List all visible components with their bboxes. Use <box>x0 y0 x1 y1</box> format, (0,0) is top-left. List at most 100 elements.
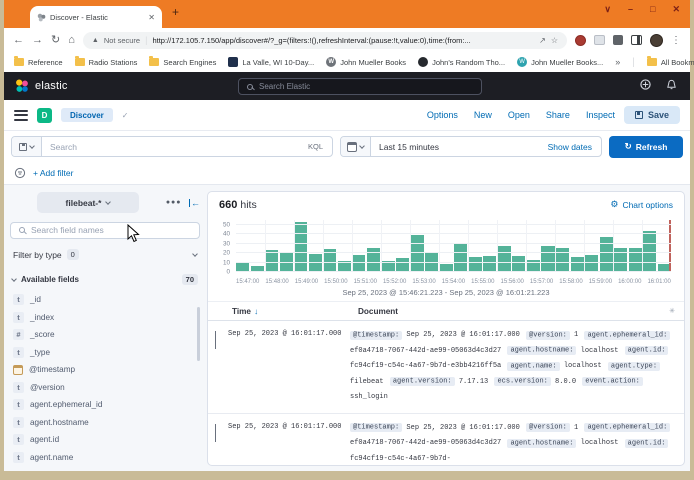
field-item[interactable]: tagent.name <box>10 449 200 467</box>
browser-tab[interactable]: Discover - Elastic ✕ <box>30 6 162 28</box>
extensions-puzzle-icon[interactable] <box>613 35 623 45</box>
add-filter-button[interactable]: + Add filter <box>33 168 73 178</box>
filter-menu-icon[interactable] <box>14 167 26 179</box>
adblock-extension-icon[interactable] <box>575 35 586 46</box>
show-dates-button[interactable]: Show dates <box>548 142 601 152</box>
time-column-header[interactable]: Time <box>232 307 251 316</box>
menu-options[interactable]: Options <box>427 110 458 120</box>
home-icon[interactable]: ⌂ <box>68 35 75 46</box>
not-secure-warning-icon[interactable]: ▲ <box>92 37 99 44</box>
date-quick-menu-button[interactable] <box>341 137 371 156</box>
field-item[interactable]: tagent.hostname <box>10 414 200 432</box>
search-input[interactable]: Search <box>42 142 308 152</box>
sort-descending-icon[interactable]: ↓ <box>254 307 258 316</box>
index-pattern-switcher[interactable]: filebeat-* <box>37 192 139 213</box>
back-icon[interactable]: ← <box>13 35 24 46</box>
bookmarks-overflow-chevron[interactable]: » <box>615 57 620 67</box>
menu-inspect[interactable]: Inspect <box>586 110 615 120</box>
browser-menu-icon[interactable]: ⋮ <box>671 35 681 46</box>
screenshot-extension-icon[interactable] <box>594 35 605 45</box>
histogram-bar[interactable] <box>396 258 409 272</box>
share-icon[interactable]: ↗ <box>539 36 546 45</box>
alerts-bell-icon[interactable] <box>666 79 677 90</box>
histogram-bar[interactable] <box>483 256 496 272</box>
doc-field-name: agent.version: <box>390 377 455 386</box>
document-column-header[interactable]: Document <box>358 307 669 316</box>
field-item[interactable]: tagent.id <box>10 431 200 449</box>
available-fields-header[interactable]: Available fields 70 <box>10 274 200 285</box>
histogram-bar[interactable] <box>425 253 438 272</box>
query-bar: Search KQL Last 15 minutes Show dates ↻ … <box>4 131 690 162</box>
histogram-bar[interactable] <box>352 255 365 272</box>
breadcrumb-discover[interactable]: Discover <box>61 108 113 122</box>
bookmark-star-icon[interactable]: ☆ <box>551 36 558 45</box>
bookmark-item[interactable]: Search Engines <box>149 58 216 67</box>
expand-row-icon[interactable] <box>215 421 228 466</box>
saved-query-menu-button[interactable] <box>12 137 42 156</box>
histogram-bar[interactable] <box>469 257 482 272</box>
histogram-bar[interactable] <box>309 254 322 272</box>
kql-label[interactable]: KQL <box>308 142 332 151</box>
field-item[interactable]: #_score <box>10 326 200 344</box>
window-close-icon[interactable]: ✕ <box>672 4 680 15</box>
field-item[interactable]: @timestamp <box>10 361 200 379</box>
doc-field-name: @timestamp: <box>350 423 402 432</box>
not-secure-label[interactable]: Not secure <box>104 36 140 45</box>
help-icon[interactable] <box>640 79 651 90</box>
histogram-bar[interactable] <box>571 257 584 272</box>
v-gridline <box>613 220 614 272</box>
histogram-bar[interactable] <box>294 222 307 272</box>
field-item[interactable]: t_id <box>10 291 200 309</box>
field-item[interactable]: tagent.ephemeral_id <box>10 396 200 414</box>
bookmark-item[interactable]: La Valle, WI 10-Day... <box>228 57 314 67</box>
histogram-bar[interactable] <box>454 244 467 272</box>
refresh-button[interactable]: ↻ Refresh <box>609 136 683 158</box>
histogram-bar[interactable] <box>280 253 293 272</box>
tab-close-icon[interactable]: ✕ <box>148 13 155 22</box>
histogram-bar[interactable] <box>585 255 598 272</box>
menu-open[interactable]: Open <box>508 110 530 120</box>
window-minimize-icon[interactable]: – <box>628 4 633 15</box>
doc-field-value: fc94cf19-c54c-4a67-9b7d- <box>350 455 451 463</box>
histogram-bar[interactable] <box>411 235 424 272</box>
menu-share[interactable]: Share <box>546 110 570 120</box>
profile-avatar[interactable] <box>650 34 663 47</box>
all-bookmarks-button[interactable]: All Bookmarks <box>647 58 694 67</box>
sidebar-scrollbar[interactable] <box>197 307 200 361</box>
field-item[interactable]: t_index <box>10 309 200 327</box>
field-item[interactable]: t_type <box>10 344 200 362</box>
field-item[interactable]: t@version <box>10 379 200 397</box>
chart-options-button[interactable]: ⚙ Chart options <box>610 199 673 210</box>
filter-by-type[interactable]: Filter by type 0 <box>10 249 200 261</box>
address-bar[interactable]: ▲ Not secure | http://172.105.7.150/app/… <box>83 32 567 49</box>
bookmark-item[interactable]: Reference <box>14 58 63 67</box>
forward-icon[interactable]: → <box>32 35 43 46</box>
save-button[interactable]: Save <box>624 106 680 124</box>
reload-icon[interactable]: ↻ <box>51 35 60 46</box>
url-text[interactable]: http://172.105.7.150/app/discover#/?_g=(… <box>152 36 534 45</box>
side-panel-icon[interactable] <box>631 35 642 45</box>
bookmark-item[interactable]: Radio Stations <box>75 58 138 67</box>
expand-row-icon[interactable] <box>215 328 228 406</box>
histogram-bar[interactable] <box>498 246 511 272</box>
new-tab-button[interactable]: + <box>172 5 179 19</box>
menu-new[interactable]: New <box>474 110 492 120</box>
field-search-input[interactable]: Search field names <box>10 222 200 239</box>
global-search-input[interactable]: Search Elastic <box>238 78 482 95</box>
table-settings-icon[interactable]: ✳ <box>669 307 675 315</box>
bookmark-item[interactable]: John's Random Tho... <box>418 57 505 67</box>
x-tick-label: 15:51:00 <box>354 279 377 285</box>
time-range-value[interactable]: Last 15 minutes <box>371 142 439 152</box>
collapse-sidebar-icon[interactable]: ← <box>189 198 201 208</box>
window-menu-icon[interactable]: ∨ <box>604 4 611 15</box>
space-badge[interactable]: D <box>37 108 52 123</box>
histogram-bar[interactable] <box>541 246 554 272</box>
histogram-chart[interactable]: 01020304050 15:47:0015:48:0015:49:0015:5… <box>216 219 674 285</box>
window-maximize-icon[interactable]: □ <box>650 4 655 15</box>
bookmark-item[interactable]: WJohn Mueller Books... <box>517 57 603 67</box>
histogram-bar[interactable] <box>512 256 525 272</box>
chart-plot-area[interactable] <box>236 220 671 272</box>
index-options-icon[interactable]: ●●● <box>166 199 182 206</box>
nav-menu-icon[interactable] <box>14 110 28 121</box>
bookmark-item[interactable]: WJohn Mueller Books <box>326 57 406 67</box>
